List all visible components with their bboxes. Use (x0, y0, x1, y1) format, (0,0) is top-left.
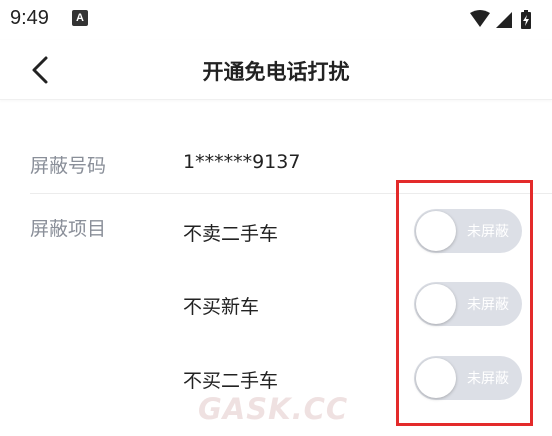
highlight-box (396, 180, 533, 426)
app-bar: 开通免电话打扰 (0, 40, 552, 100)
status-time: 9:49 (10, 7, 49, 29)
status-bar: 9:49 A (0, 0, 552, 40)
wifi-icon (470, 10, 490, 27)
signal-icon (496, 12, 512, 28)
block-item-label: 不买二手车 (183, 370, 279, 392)
page-title: 开通免电话打扰 (202, 60, 350, 84)
blocked-number-label: 屏蔽号码 (30, 155, 107, 177)
watermark: GASK.CC (198, 392, 349, 426)
battery-icon (521, 10, 531, 29)
status-icons (468, 8, 542, 30)
block-item-label: 不买新车 (183, 296, 260, 318)
block-items-label: 屏蔽项目 (30, 218, 107, 240)
block-item-label: 不卖二手车 (183, 223, 279, 245)
notification-a-icon: A (72, 10, 88, 26)
blocked-number-value: 1******9137 (183, 151, 301, 173)
